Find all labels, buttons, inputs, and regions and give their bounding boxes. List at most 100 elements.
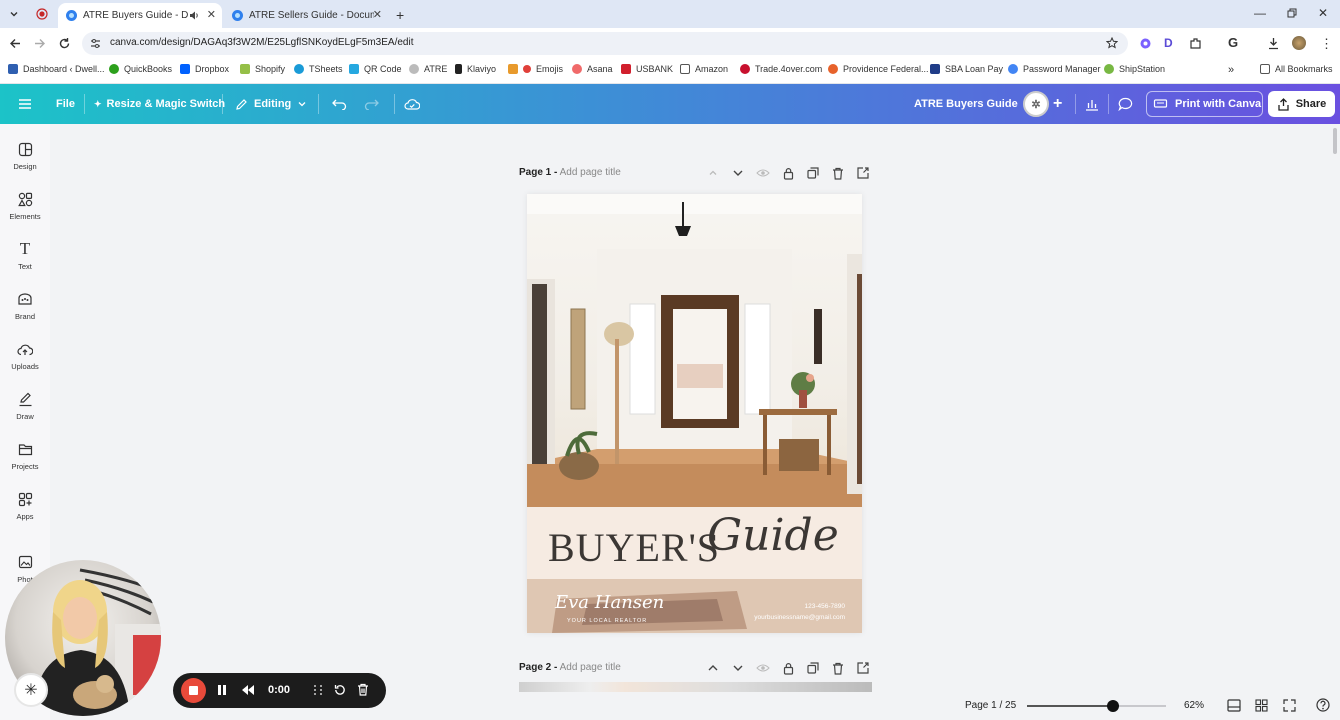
stop-recording-button[interactable] [181, 678, 206, 703]
share-button[interactable]: Share [1268, 91, 1335, 117]
insights-chart-icon[interactable] [1085, 84, 1099, 124]
redo-icon[interactable] [364, 84, 379, 124]
pause-icon[interactable] [217, 684, 227, 696]
bookmark-item[interactable]: QR Code [349, 64, 402, 74]
extension-puzzle-icon[interactable] [1139, 37, 1152, 50]
cloud-saved-icon[interactable] [404, 84, 420, 124]
bookmark-item[interactable]: USBANK [621, 64, 673, 74]
tab-close-icon[interactable]: ✕ [373, 8, 382, 21]
duplicate-page-icon[interactable] [805, 660, 821, 676]
bookmark-item[interactable]: ShipStation [1104, 64, 1165, 74]
file-menu[interactable]: File [56, 84, 75, 124]
bookmark-item[interactable]: Providence Federal... [828, 64, 929, 74]
bookmark-item[interactable]: Dashboard ‹ Dwell... [8, 64, 105, 74]
discard-recording-icon[interactable] [357, 683, 369, 696]
bookmark-item[interactable]: Trade.4over.com [740, 64, 822, 74]
rail-item-design[interactable]: Design [0, 140, 50, 171]
comment-icon[interactable] [1118, 84, 1133, 124]
hide-page-icon[interactable] [755, 165, 771, 181]
rail-item-uploads[interactable]: Uploads [0, 340, 50, 371]
tab-search-icon[interactable] [8, 8, 20, 20]
bookmark-star-icon[interactable] [1106, 37, 1118, 49]
bookmark-item[interactable]: Dropbox [180, 64, 229, 74]
window-close-icon[interactable]: ✕ [1318, 6, 1328, 20]
restore-icon[interactable] [1287, 8, 1297, 18]
contact-email[interactable]: yourbusinessname@gmail.com [754, 614, 845, 621]
bookmark-item[interactable]: Emojis [508, 64, 563, 74]
speaker-icon[interactable] [189, 10, 200, 21]
bookmark-item[interactable]: ATRE [409, 64, 447, 74]
delete-page-icon[interactable] [830, 660, 846, 676]
notes-icon[interactable] [1227, 699, 1241, 712]
fullscreen-icon[interactable] [1283, 699, 1296, 712]
canvas-scrollbar[interactable] [1333, 128, 1337, 154]
realtor-signature[interactable]: Eva Hansen [555, 592, 664, 613]
minimize-icon[interactable]: — [1254, 6, 1266, 20]
rail-item-apps[interactable]: Apps [0, 490, 50, 521]
rail-item-brand[interactable]: Brand [0, 290, 50, 321]
tab-buyers-guide[interactable]: ATRE Buyers Guide - Document ✕ [58, 3, 222, 28]
bookmark-item[interactable]: Asana [572, 64, 613, 74]
main-menu-icon[interactable] [18, 84, 32, 124]
editing-mode-dropdown[interactable]: Editing [235, 84, 307, 124]
add-page-icon[interactable] [855, 165, 871, 181]
resize-magic-switch-button[interactable]: ✦ Resize & Magic Switch [94, 84, 225, 124]
reload-icon[interactable] [58, 37, 71, 50]
page-count[interactable]: Page 1 / 25 [965, 700, 1016, 711]
document-title[interactable]: ATRE Buyers Guide [914, 84, 1018, 124]
contact-phone[interactable]: 123-456-7890 [805, 603, 845, 610]
delete-page-icon[interactable] [830, 165, 846, 181]
tab-sellers-guide[interactable]: ATRE Sellers Guide - Document ✕ [224, 3, 388, 28]
page-title-input[interactable]: Add page title [560, 167, 621, 178]
rewind-icon[interactable] [241, 684, 255, 696]
hide-page-icon[interactable] [755, 660, 771, 676]
lock-icon[interactable] [780, 165, 796, 181]
help-icon[interactable] [1316, 698, 1330, 712]
extensions-icon[interactable] [1189, 37, 1202, 50]
bookmark-item[interactable]: TSheets [294, 64, 343, 74]
page-title-input[interactable]: Add page title [560, 662, 621, 673]
bookmark-item[interactable]: QuickBooks [109, 64, 172, 74]
forward-icon[interactable] [33, 37, 46, 50]
zoom-level[interactable]: 62% [1184, 700, 1204, 711]
design-page-2-preview[interactable] [519, 682, 872, 692]
bookmark-item[interactable]: Shopify [240, 64, 285, 74]
download-icon[interactable] [1267, 37, 1280, 50]
rail-item-elements[interactable]: Elements [0, 190, 50, 221]
add-page-icon[interactable] [855, 660, 871, 676]
restart-icon[interactable] [334, 684, 346, 696]
collaborator-avatar[interactable]: ✲ [1023, 91, 1049, 117]
address-bar[interactable]: canva.com/design/DAGAq3f3W2M/E25LgflSNKo… [82, 32, 1128, 55]
site-settings-icon[interactable] [90, 38, 101, 49]
move-up-icon[interactable] [705, 165, 721, 181]
browser-menu-icon[interactable]: ⋮ [1320, 36, 1333, 52]
bookmark-folder[interactable]: Amazon [680, 64, 728, 74]
all-bookmarks-folder[interactable]: All Bookmarks [1260, 64, 1333, 74]
screen-recorder-logo-icon[interactable]: ✳ [14, 673, 48, 707]
grid-view-icon[interactable] [1255, 699, 1268, 712]
move-up-icon[interactable] [705, 660, 721, 676]
zoom-slider[interactable] [1027, 700, 1166, 712]
rail-item-draw[interactable]: Draw [0, 390, 50, 421]
duplicate-page-icon[interactable] [805, 165, 821, 181]
new-tab-icon[interactable]: + [396, 7, 404, 23]
move-down-icon[interactable] [730, 165, 746, 181]
bookmark-item[interactable]: Klaviyo [455, 64, 496, 74]
undo-icon[interactable] [332, 84, 347, 124]
rail-item-projects[interactable]: Projects [0, 440, 50, 471]
bookmarks-overflow-icon[interactable]: » [1228, 64, 1234, 76]
tab-close-icon[interactable]: ✕ [207, 8, 216, 21]
bookmark-item[interactable]: SBA Loan Pay [930, 64, 1003, 74]
print-with-canva-button[interactable]: Print with Canva [1146, 91, 1263, 117]
headline-buyers[interactable]: BUYER'S [548, 524, 720, 571]
google-icon[interactable]: G [1228, 35, 1238, 50]
back-icon[interactable] [9, 37, 22, 50]
rail-item-text[interactable]: T Text [0, 239, 50, 271]
move-down-icon[interactable] [730, 660, 746, 676]
headline-guide-script[interactable]: Guide [707, 510, 839, 561]
realtor-tagline[interactable]: YOUR LOCAL REALTOR [567, 618, 647, 624]
lock-icon[interactable] [780, 660, 796, 676]
extension-d-icon[interactable]: D [1164, 36, 1173, 50]
bookmark-item[interactable]: Password Manager [1008, 64, 1101, 74]
add-collaborator-icon[interactable]: + [1053, 84, 1062, 124]
